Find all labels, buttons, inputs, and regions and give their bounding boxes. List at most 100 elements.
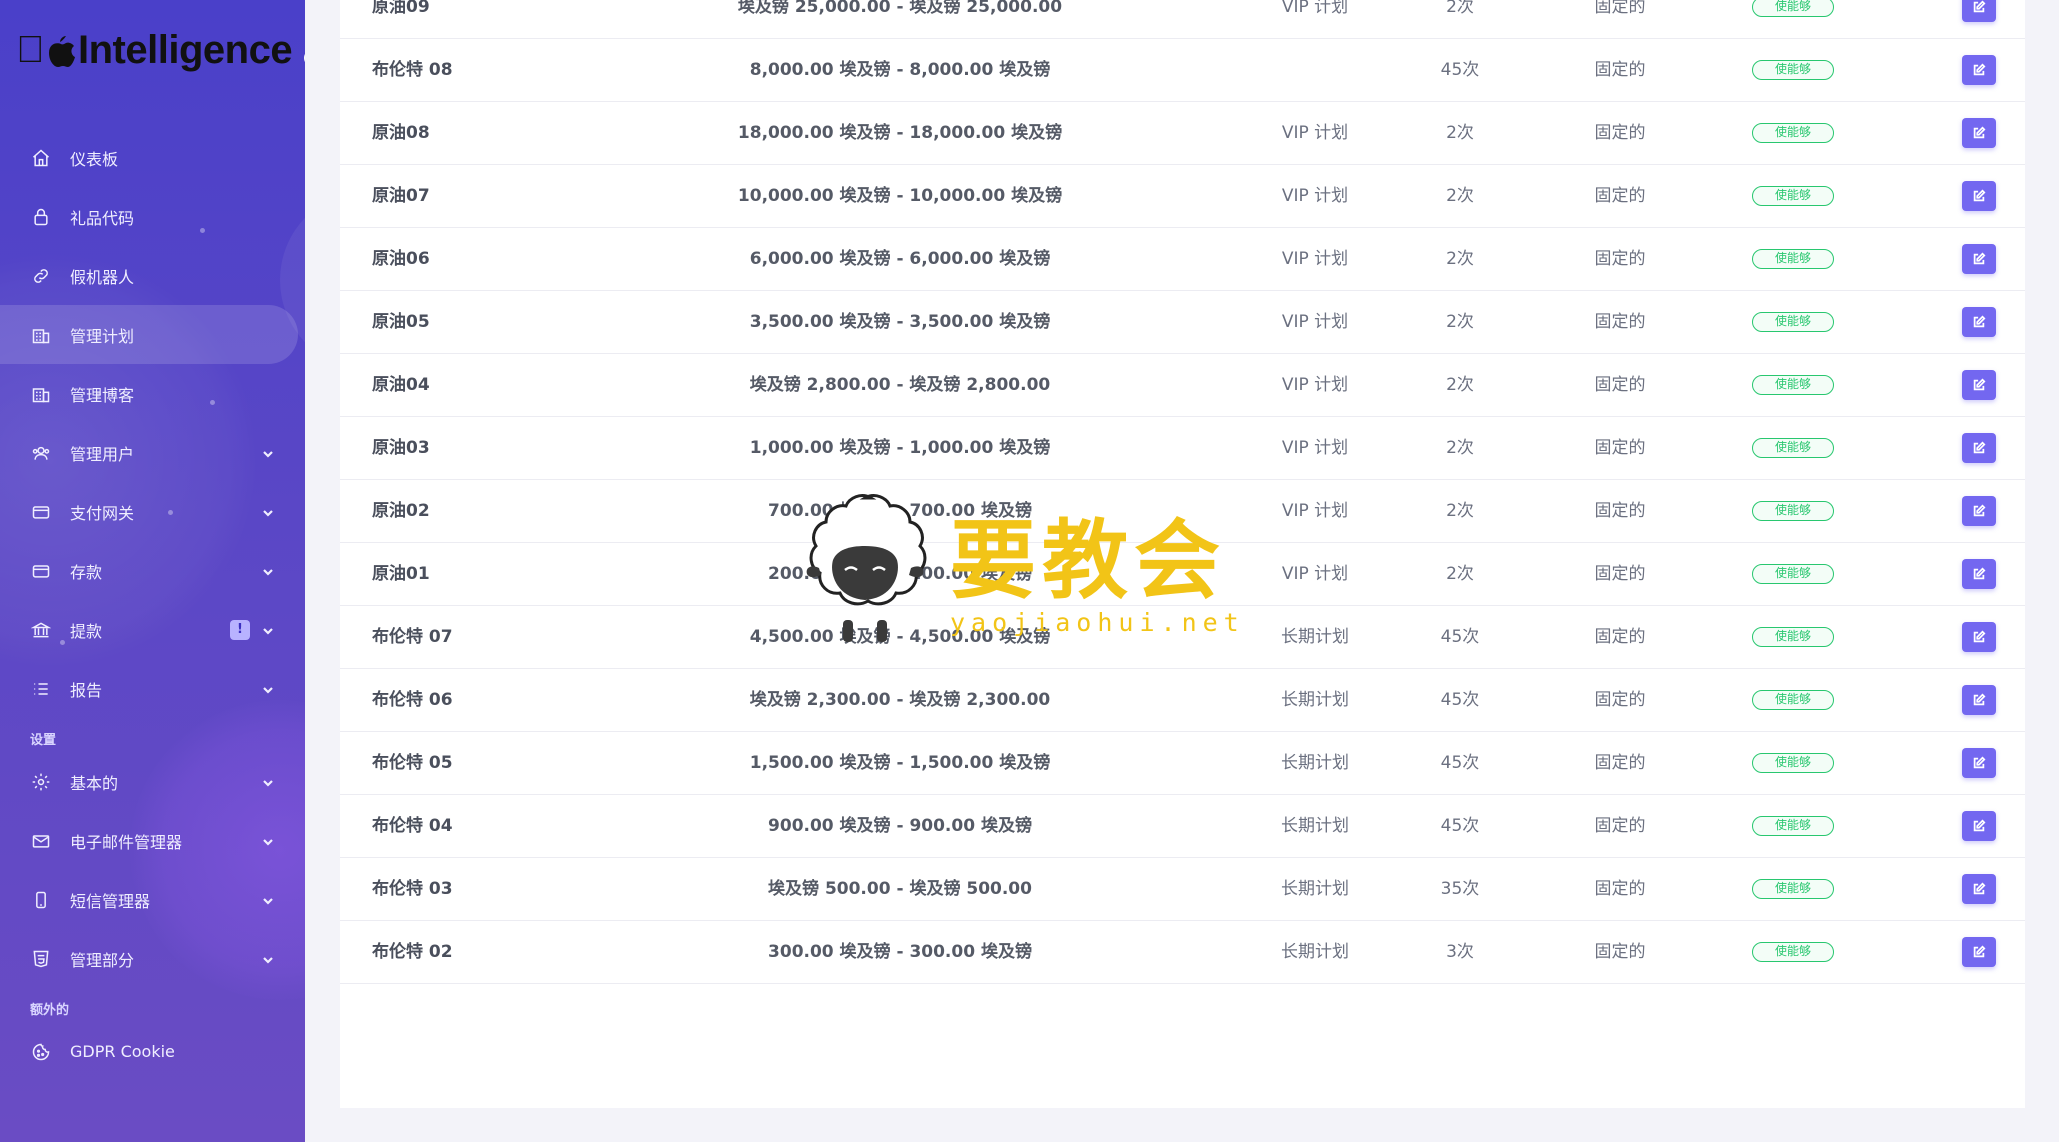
edit-icon <box>1973 819 1986 832</box>
plan-category: 长期计划 <box>1281 627 1349 647</box>
status-cell: 使能够 <box>1752 165 1836 228</box>
status-cell: 使能够 <box>1752 732 1836 795</box>
plan-name: 布伦特 08 <box>372 60 453 80</box>
plan-amount-range: 埃及镑 2,300.00 - 埃及镑 2,300.00 <box>749 690 1051 710</box>
sidebar-item-label: 短信管理器 <box>70 891 151 911</box>
edit-button[interactable] <box>1962 118 1996 148</box>
list-icon <box>30 678 52 700</box>
plan-amount-range: 10,000.00 埃及镑 - 10,000.00 埃及镑 <box>737 186 1063 206</box>
table-row: 原油08 18,000.00 埃及镑 - 18,000.00 埃及镑 VIP 计划 2… <box>340 102 2025 165</box>
gear-icon <box>30 771 52 793</box>
chevron-down-icon[interactable] <box>262 445 274 458</box>
plan-amount-range: 埃及镑 2,800.00 - 埃及镑 2,800.00 <box>749 375 1051 395</box>
sidebar-item-label: 电子邮件管理器 <box>70 832 183 852</box>
apple-logo-icon:  <box>16 29 45 72</box>
watermark-title: 要教会 <box>950 511 1226 611</box>
edit-button[interactable] <box>1962 181 1996 211</box>
edit-icon <box>1973 945 1986 958</box>
sidebar-item-manage-sections[interactable]: 管理部分 <box>0 929 305 988</box>
edit-button[interactable] <box>1962 307 1996 337</box>
sidebar-item-sms-manager[interactable]: 短信管理器 <box>0 870 305 929</box>
status-cell: 使能够 <box>1752 921 1836 984</box>
plan-return-type: 固定的 <box>1594 249 1646 269</box>
plan-repeat-count: 2次 <box>1446 249 1474 269</box>
edit-button[interactable] <box>1962 622 1996 652</box>
plan-category: VIP 计划 <box>1281 501 1349 521</box>
sidebar-item-manage-plans[interactable]: 管理计划 <box>0 305 298 364</box>
link-icon <box>30 265 52 287</box>
sidebar-item-label: 假机器人 <box>70 267 135 287</box>
edit-button[interactable] <box>1962 874 1996 904</box>
edit-button[interactable] <box>1962 937 1996 967</box>
sidebar-item-dashboard[interactable]: 仪表板 <box>0 128 305 187</box>
section-label-extra: 额外的 <box>30 1003 70 1018</box>
plan-category: 长期计划 <box>1281 879 1349 899</box>
status-badge: 使能够 <box>1752 438 1834 458</box>
sidebar-item-label: 管理计划 <box>70 326 135 346</box>
edit-button[interactable] <box>1962 559 1996 589</box>
sidebar-item-reports[interactable]: 报告 <box>0 659 305 718</box>
credit-card-icon <box>30 560 52 582</box>
chevron-down-icon[interactable] <box>262 833 274 846</box>
edit-button[interactable] <box>1962 811 1996 841</box>
edit-button[interactable] <box>1962 496 1996 526</box>
sidebar-item-payment-gateways[interactable]: 支付网关 <box>0 482 305 541</box>
plan-category <box>1255 39 1375 102</box>
sidebar-item-label: GDPR Cookie <box>70 1042 175 1061</box>
status-badge: 使能够 <box>1752 501 1834 521</box>
edit-icon <box>1973 756 1986 769</box>
edit-button[interactable] <box>1962 748 1996 778</box>
sidebar-item-withdrawals[interactable]: 提款 ! <box>0 600 305 659</box>
sidebar-item-deposits[interactable]: 存款 <box>0 541 305 600</box>
status-cell: 使能够 <box>1752 39 1836 102</box>
chevron-down-icon[interactable] <box>262 951 274 964</box>
edit-icon <box>1973 378 1986 391</box>
status-cell: 使能够 <box>1752 417 1836 480</box>
chevron-down-icon[interactable] <box>262 622 274 635</box>
action-cell <box>1962 228 1996 291</box>
plan-repeat-count: 3次 <box>1446 942 1474 962</box>
chevron-down-icon[interactable] <box>262 774 274 787</box>
plan-amount-range: 1,500.00 埃及镑 - 1,500.00 埃及镑 <box>749 753 1051 773</box>
status-badge: 使能够 <box>1752 753 1834 773</box>
plan-category: VIP 计划 <box>1281 564 1349 584</box>
table-row: 布伦特 02 300.00 埃及镑 - 300.00 埃及镑 长期计划 3次 固定的 使能… <box>340 921 2025 984</box>
chevron-down-icon[interactable] <box>262 892 274 905</box>
plan-amount-range: 8,000.00 埃及镑 - 8,000.00 埃及镑 <box>749 60 1051 80</box>
chevron-down-icon[interactable] <box>262 504 274 517</box>
plan-amount-range: 3,500.00 埃及镑 - 3,500.00 埃及镑 <box>749 312 1051 332</box>
sidebar-item-gdpr-cookie[interactable]: GDPR Cookie <box>0 1022 305 1081</box>
plan-repeat-count: 2次 <box>1446 186 1474 206</box>
sidebar-item-email-manager[interactable]: 电子邮件管理器 <box>0 811 305 870</box>
plan-name: 原油04 <box>372 375 430 395</box>
sidebar-toggle[interactable] <box>304 48 305 67</box>
edit-button[interactable] <box>1962 244 1996 274</box>
status-badge: 使能够 <box>1752 249 1834 269</box>
edit-button[interactable] <box>1962 0 1996 22</box>
sidebar-item-fake-bots[interactable]: 假机器人 <box>0 246 305 305</box>
plan-name: 原油05 <box>372 312 430 332</box>
sidebar-item-manage-blog[interactable]: 管理博客 <box>0 364 305 423</box>
html5-icon <box>30 948 52 970</box>
action-cell <box>1962 0 1996 39</box>
plan-repeat-count: 45次 <box>1440 816 1480 836</box>
bank-icon <box>30 619 52 641</box>
chevron-down-icon[interactable] <box>262 563 274 576</box>
edit-button[interactable] <box>1962 685 1996 715</box>
edit-button[interactable] <box>1962 433 1996 463</box>
edit-button[interactable] <box>1962 55 1996 85</box>
status-badge: 使能够 <box>1752 564 1834 584</box>
plan-name: 布伦特 02 <box>372 942 453 962</box>
plan-repeat-count: 2次 <box>1446 564 1474 584</box>
watermark-url: yaojiaohui.net <box>950 608 1245 637</box>
edit-button[interactable] <box>1962 370 1996 400</box>
sidebar-item-gift-codes[interactable]: 礼品代码 <box>0 187 305 246</box>
plan-name: 原油09 <box>372 0 430 17</box>
sidebar-item-manage-users[interactable]: 管理用户 <box>0 423 305 482</box>
action-cell <box>1962 543 1996 606</box>
chevron-down-icon[interactable] <box>262 681 274 694</box>
plan-repeat-count: 35次 <box>1440 879 1480 899</box>
status-cell: 使能够 <box>1752 354 1836 417</box>
sidebar-item-general[interactable]: 基本的 <box>0 752 305 811</box>
brand-logo[interactable]:  Intelligence <box>16 28 305 73</box>
